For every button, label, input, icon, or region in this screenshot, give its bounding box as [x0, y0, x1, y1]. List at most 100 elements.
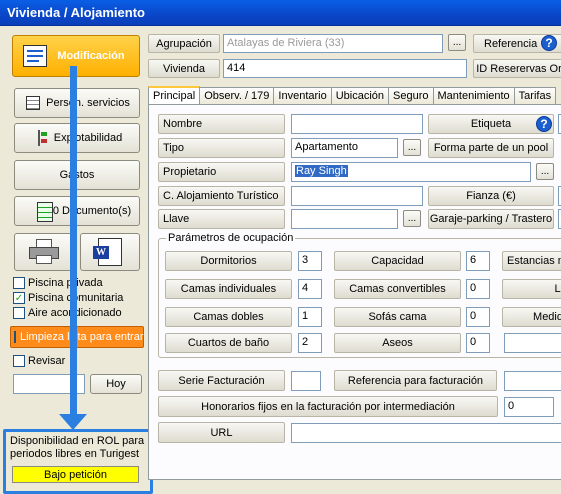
tab-mantenimiento[interactable]: Mantenimiento: [432, 87, 515, 104]
limpieza-checkbox[interactable]: [14, 331, 16, 343]
vivienda-label: Vivienda: [148, 59, 220, 78]
tab-seguro[interactable]: Seguro: [388, 87, 434, 104]
revisar-label: Revisar: [28, 355, 66, 367]
referencia-text: Referencia: [484, 37, 538, 50]
parametros-title: Parámetros de ocupación: [166, 232, 296, 244]
propietario-label: Propietario: [158, 162, 285, 182]
capacidad-input[interactable]: 6: [466, 251, 490, 271]
aseos-input[interactable]: 0: [466, 333, 490, 353]
checkbox[interactable]: [13, 355, 25, 367]
dormitorios-input[interactable]: 3: [298, 251, 322, 271]
llave-browse-button[interactable]: ...: [403, 210, 421, 227]
tree-icon: [38, 130, 48, 146]
explotabilidad-button[interactable]: Explotabilidad: [14, 123, 140, 153]
sofas-cama-label: Sofás cama: [334, 307, 461, 327]
tipo-label: Tipo: [158, 138, 285, 158]
checkbox[interactable]: ✓: [13, 292, 25, 304]
limpieza-toggle[interactable]: Limpieza lista para entrar: [10, 326, 144, 348]
help-icon[interactable]: ?: [541, 35, 557, 51]
word-icon: W: [93, 238, 122, 266]
llave-input[interactable]: [291, 209, 398, 229]
documentos-button[interactable]: 0 Documento(s): [14, 196, 140, 226]
tipo-input[interactable]: Apartamento: [291, 138, 398, 158]
agrupacion-input[interactable]: Atalayas de Riviera (33): [223, 34, 443, 53]
li-label: Li: [502, 279, 561, 299]
annotation-arrow-shaft: [70, 66, 77, 418]
piscina-comunitaria-check[interactable]: ✓ Piscina comunitaria: [13, 292, 123, 304]
referencia-facturacion-input[interactable]: [504, 371, 561, 391]
c-alojamiento-label: C. Alojamiento Turístico: [158, 186, 285, 206]
document-edit-icon: [23, 45, 47, 67]
camas-individuales-input[interactable]: 4: [298, 279, 322, 299]
cuartos-bano-input[interactable]: 2: [298, 333, 322, 353]
nombre-label: Nombre: [158, 114, 285, 134]
serie-facturacion-label: Serie Facturación: [158, 370, 285, 391]
explotabilidad-label: Explotabilidad: [53, 132, 123, 144]
cuartos-bano-label: Cuartos de baño: [165, 333, 292, 353]
help-icon[interactable]: ?: [536, 116, 552, 132]
window-title: Vivienda / Alojamiento: [7, 5, 145, 20]
li-text: Li: [554, 283, 561, 295]
url-input[interactable]: [291, 423, 561, 443]
camas-dobles-label: Camas dobles: [165, 307, 292, 327]
camas-convertibles-label: Camas convertibles: [334, 279, 461, 299]
piscina-privada-check[interactable]: Piscina privada: [13, 277, 103, 289]
hoy-label: Hoy: [106, 378, 126, 390]
honorarios-input[interactable]: 0: [504, 397, 554, 417]
word-button[interactable]: W: [80, 233, 140, 271]
checkbox[interactable]: [13, 307, 25, 319]
tab-principal[interactable]: Principal: [148, 86, 201, 105]
camas-dobles-input[interactable]: 1: [298, 307, 322, 327]
modificacion-label: Modificación: [57, 50, 125, 62]
dormitorios-label: Dormitorios: [165, 251, 292, 271]
vivienda-input[interactable]: 414: [223, 59, 467, 78]
propietario-value: Ray Singh: [295, 165, 348, 177]
sofas-cama-input[interactable]: 0: [466, 307, 490, 327]
nombre-input[interactable]: [291, 114, 423, 134]
camas-convertibles-input[interactable]: 0: [466, 279, 490, 299]
printer-icon: [29, 239, 59, 265]
person-servicios-label: Person. servicios: [46, 97, 130, 109]
propietario-browse-button[interactable]: ...: [536, 163, 554, 180]
url-label: URL: [158, 422, 285, 443]
garaje-label: Garaje-parking / Trastero: [428, 209, 554, 229]
disponibilidad-label: Disponibilidad en ROL para periodos libr…: [10, 435, 145, 460]
referencia-facturacion-label: Referencia para facturación: [334, 370, 497, 391]
title-bar: Vivienda / Alojamiento: [0, 0, 561, 26]
tab-tarifas[interactable]: Tarifas: [513, 87, 557, 104]
forma-parte-label: Forma parte de un pool: [428, 138, 554, 158]
main-window: Modificación Person. servicios Explotabi…: [0, 26, 561, 494]
limpieza-label: Limpieza lista para entrar: [20, 331, 144, 343]
spreadsheet-icon: [37, 202, 53, 222]
tab-ubicacion[interactable]: Ubicación: [330, 87, 390, 104]
llave-label: Llave: [158, 209, 285, 229]
documentos-label: 0 Documento(s): [52, 205, 132, 217]
revisar-check[interactable]: Revisar: [13, 355, 65, 367]
id-reservas-label: ID Reserervas Or: [473, 59, 561, 78]
calendar-icon: [26, 96, 40, 110]
medid-input[interactable]: [504, 333, 561, 353]
aire-acondicionado-check[interactable]: Aire acondicionado: [13, 307, 122, 319]
hoy-button[interactable]: Hoy: [90, 374, 142, 394]
estancias-label: Estancias m: [502, 251, 561, 271]
propietario-input[interactable]: Ray Singh: [291, 162, 531, 182]
agrupacion-label: Agrupación: [148, 34, 220, 53]
checkbox[interactable]: [13, 277, 25, 289]
c-alojamiento-input[interactable]: [291, 186, 423, 206]
bajo-peticion-field[interactable]: Bajo petición: [12, 466, 139, 483]
capacidad-label: Capacidad: [334, 251, 461, 271]
aseos-label: Aseos: [334, 333, 461, 353]
agrupacion-browse-button[interactable]: ...: [448, 34, 466, 51]
person-servicios-button[interactable]: Person. servicios: [14, 88, 140, 118]
tipo-browse-button[interactable]: ...: [403, 139, 421, 156]
tab-inventario[interactable]: Inventario: [273, 87, 332, 104]
honorarios-label: Honorarios fijos en la facturación por i…: [158, 396, 498, 417]
tab-observ[interactable]: Observ. / 179: [199, 87, 275, 104]
serie-facturacion-input[interactable]: [291, 371, 321, 391]
medid-label: Medid: [502, 307, 561, 327]
camas-individuales-label: Camas individuales: [165, 279, 292, 299]
checkbox-label: Piscina privada: [28, 277, 103, 289]
annotation-arrow-head: [59, 414, 87, 430]
gastos-button[interactable]: Gastos: [14, 160, 140, 190]
print-button[interactable]: [14, 233, 74, 271]
